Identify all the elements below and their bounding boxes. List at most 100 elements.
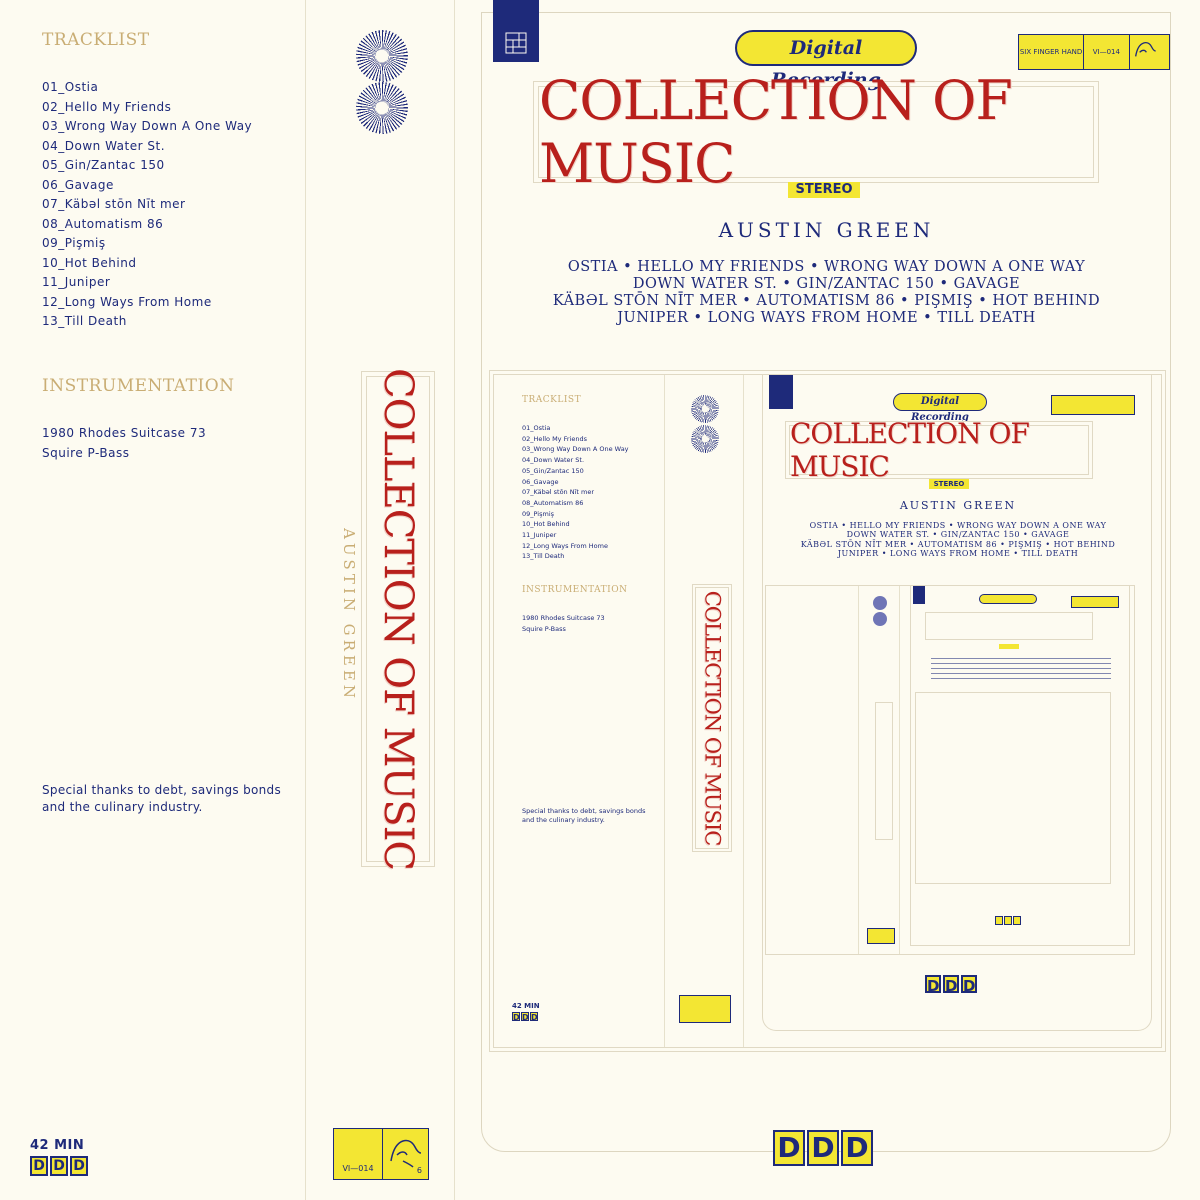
tracklist: 01_Ostia 02_Hello My Friends 03_Wrong Wa… [42, 78, 252, 332]
album-title: COLLECTION OF MUSIC [539, 69, 1013, 195]
label-block: SIX FINGER HAND VI—014 [1018, 34, 1170, 70]
level-2-front [910, 586, 1130, 946]
nested-front: Digital Recording COLLECTION OF MUSIC ST… [762, 375, 1152, 1031]
back-panel: TRACKLIST 01_Ostia 02_Hello My Friends 0… [0, 0, 305, 1200]
sunburst-icon [356, 82, 408, 134]
nested-title-box: COLLECTION OF MUSIC [789, 417, 1089, 483]
front-cover: Digital Recording SIX FINGER HAND VI—014… [453, 0, 1200, 1200]
ddd-letter: D [943, 975, 959, 995]
label-name: SIX FINGER HAND [1019, 35, 1085, 69]
nested-artist: AUSTIN GREEN [899, 499, 1017, 512]
thanks-line: and the culinary industry. [42, 799, 203, 814]
song-line: JUNIPER • LONG WAYS FROM HOME • TILL DEA… [617, 310, 1036, 326]
grid-logo-icon [505, 32, 527, 54]
track-item: 01_Ostia [42, 80, 99, 94]
nested-cover-level-2 [765, 585, 1135, 955]
nested-stereo: STEREO [929, 479, 969, 489]
level-2-digital-recording [979, 594, 1037, 604]
track-item: 03_Wrong Way Down A One Way [42, 119, 253, 133]
thanks-note: Special thanks to debt, savings bonds an… [42, 782, 281, 815]
nested-tracklist-heading: TRACKLIST [522, 395, 582, 405]
spine-catalog-box: VI—014 6 [333, 1128, 429, 1180]
track-item: 05_Gin/Zantac 150 [42, 158, 165, 172]
level-2-spine [858, 586, 900, 954]
track-item: 07_Käbəl stōn Nīt mer [42, 197, 186, 211]
level-2-title-box [925, 612, 1093, 640]
nested-title: COLLECTION OF MUSIC [790, 417, 1030, 483]
sunburst-icon [873, 596, 887, 610]
instrument-list: 1980 Rhodes Suitcase 73 Squire P-Bass [42, 424, 206, 463]
nested-thanks-line: Special thanks to debt, savings bonds [522, 807, 646, 815]
nested-instrumentation-heading: INSTRUMENTATION [522, 585, 628, 595]
spine-artist: AUSTIN GREEN [340, 528, 358, 702]
nested-back-panel: TRACKLIST 01_Ostia 02_Hello My Friends 0… [494, 375, 664, 1047]
ddd-letter [995, 916, 1003, 925]
corner-logo-block [493, 0, 539, 62]
hand-logo-icon: 6 [383, 1129, 428, 1179]
level-2-song-lines [931, 658, 1111, 682]
nested-track-item: 13_Till Death [522, 552, 565, 561]
ddd-letter: D [530, 1012, 538, 1022]
track-item: 06_Gavage [42, 177, 114, 192]
nested-ddd-badge: D D D [925, 975, 977, 995]
nested-track-item: 08_Automatism 86 [522, 498, 584, 507]
nested-track-item: 05_Gin/Zantac 150 [522, 466, 584, 475]
nested-thanks-line: and the culinary industry. [522, 816, 605, 824]
sunburst-icon [873, 612, 887, 626]
nested-track-item: 06_Gavage [522, 477, 559, 486]
level-2-ddd [995, 916, 1021, 925]
ddd-letter: D [521, 1012, 529, 1022]
nested-instruments: 1980 Rhodes Suitcase 73 Squire P-Bass [522, 613, 605, 634]
ddd-letter [1013, 916, 1021, 925]
hand-logo-icon [1130, 35, 1169, 69]
digital-recording-badge: Digital Recording [735, 30, 917, 91]
level-2-spine-title-box [875, 702, 893, 840]
nested-corner-block [769, 375, 793, 409]
ddd-letter: D [925, 975, 941, 995]
track-item: 10_Hot Behind [42, 255, 137, 270]
nested-track-item: 10_Hot Behind [522, 520, 570, 529]
tracklist-heading: TRACKLIST [42, 30, 150, 50]
nested-spine-title-box: COLLECTION OF MUSIC [695, 587, 729, 849]
stereo-badge: STEREO [788, 182, 860, 198]
sunburst-icon [356, 30, 408, 82]
nested-track-item: 02_Hello My Friends [522, 434, 587, 443]
nested-catalog-box [679, 995, 731, 1023]
nested-song-line: KÄBƏL STŌN NĪT MER • AUTOMATISM 86 • PIŞ… [800, 539, 1116, 549]
nested-spine-title: COLLECTION OF MUSIC [700, 590, 724, 846]
nested-track-item: 11_Juniper [522, 531, 557, 540]
nested-digital-recording: Digital Recording [893, 393, 987, 423]
thanks-line: Special thanks to debt, savings bonds [42, 783, 282, 797]
artist-name: AUSTIN GREEN [718, 218, 935, 242]
track-item: 02_Hello My Friends [42, 99, 172, 114]
ddd-letter: D [841, 1130, 873, 1166]
sunburst-icon [691, 425, 719, 453]
nested-track-item: 07_Käbəl stōn Nīt mer [522, 488, 595, 497]
level-2-corner-block [913, 586, 925, 604]
nested-ddd-badge: D D D [512, 1012, 538, 1022]
ddd-letter: D [807, 1130, 839, 1166]
level-2-label-block [1071, 596, 1119, 608]
nested-song-line: JUNIPER • LONG WAYS FROM HOME • TILL DEA… [837, 548, 1079, 558]
ddd-badge: D D D [30, 1156, 88, 1176]
level-2-catalog-box [867, 928, 895, 944]
label-mark: 6 [416, 1166, 422, 1175]
track-item: 13_Till Death [42, 314, 127, 328]
front-catalog-number: VI—014 [1084, 35, 1130, 69]
sunburst-icon [691, 395, 719, 423]
nested-track-item: 04_Down Water St. [522, 456, 585, 465]
nested-instrument-item: Squire P-Bass [522, 624, 566, 633]
track-item: 12_Long Ways From Home [42, 294, 212, 309]
instrumentation-heading: INSTRUMENTATION [42, 376, 235, 396]
ddd-letter: D [512, 1012, 520, 1022]
spine-panel: COLLECTION OF MUSIC AUSTIN GREEN VI—014 … [305, 0, 455, 1200]
nested-track-item: 09_Pişmiş [522, 509, 555, 518]
song-line: OSTIA • HELLO MY FRIENDS • WRONG WAY DOW… [567, 259, 1086, 275]
ddd-letter: D [30, 1156, 48, 1176]
song-line: KÄBƏL STŌN NĪT MER • AUTOMATISM 86 • PIŞ… [552, 293, 1101, 309]
nested-instrument-item: 1980 Rhodes Suitcase 73 [522, 614, 605, 622]
nested-spine: COLLECTION OF MUSIC [664, 375, 744, 1047]
nested-label-block [1051, 395, 1135, 415]
ddd-letter: D [773, 1130, 805, 1166]
track-item: 11_Juniper [42, 275, 111, 289]
